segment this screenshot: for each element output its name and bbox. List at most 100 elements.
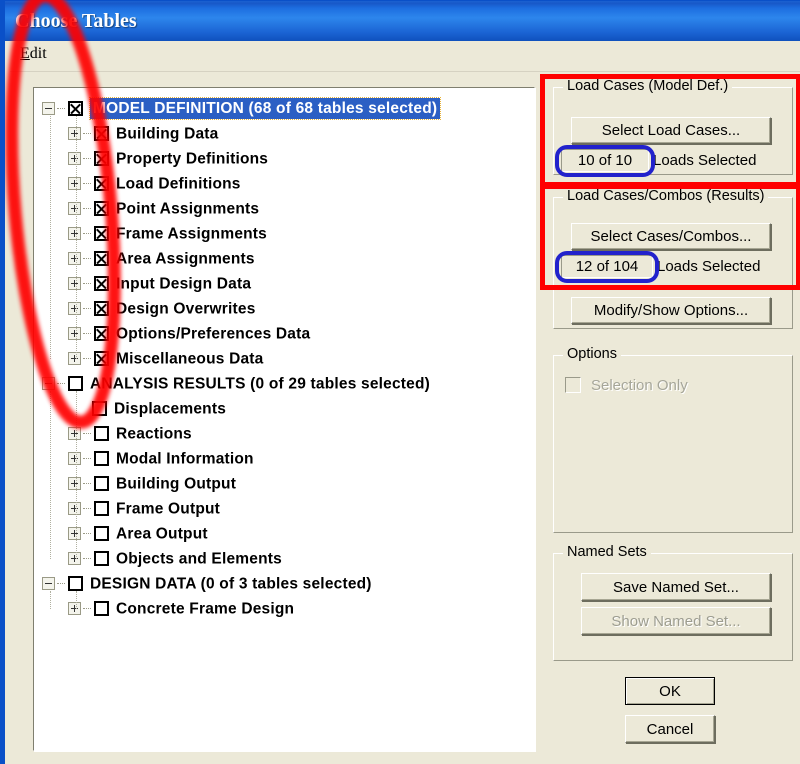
load-cases-results-count: 12 of 104: [561, 255, 653, 278]
tree-row[interactable]: Design Overwrites: [34, 296, 256, 321]
tree-dotted-link: [83, 207, 91, 210]
checkbox-checked-icon[interactable]: [94, 201, 109, 217]
checkbox-checked-icon[interactable]: [94, 226, 109, 242]
tree-row[interactable]: Frame Output: [34, 496, 220, 521]
tree-row[interactable]: MODEL DEFINITION (68 of 68 tables select…: [34, 96, 442, 121]
expand-plus-icon[interactable]: [68, 502, 81, 516]
load-cases-results-title: Load Cases/Combos (Results): [563, 188, 769, 204]
tree-row[interactable]: Reactions: [34, 421, 192, 446]
tree-dotted-link: [83, 157, 91, 160]
tree-dotted-link: [83, 182, 91, 185]
tree-dotted-link: [83, 482, 91, 485]
tree-row[interactable]: Objects and Elements: [34, 546, 282, 571]
tree-dotted-link: [57, 582, 65, 585]
checkbox-checked-icon[interactable]: [94, 151, 109, 167]
expand-plus-icon[interactable]: [68, 552, 81, 566]
tree-row-label: Frame Output: [116, 500, 221, 518]
ok-button[interactable]: OK: [625, 677, 715, 705]
choose-tables-dialog: Choose Tables Edit MODEL DEFINITION (68 …: [0, 0, 800, 764]
tree-row[interactable]: ANALYSIS RESULTS (0 of 29 tables selecte…: [34, 371, 430, 396]
tree-row-label: Area Assignments: [116, 250, 255, 268]
checkbox-unchecked-icon[interactable]: [68, 376, 83, 392]
expand-plus-icon[interactable]: [68, 302, 81, 316]
expand-plus-icon[interactable]: [68, 152, 81, 166]
tree-row[interactable]: Input Design Data: [34, 271, 251, 296]
expand-plus-icon[interactable]: [68, 252, 81, 266]
expand-plus-icon[interactable]: [68, 277, 81, 291]
tree-connector-line: [50, 116, 51, 359]
expand-plus-icon[interactable]: [68, 127, 81, 141]
expand-plus-icon[interactable]: [68, 177, 81, 191]
expand-plus-icon[interactable]: [68, 327, 81, 341]
expand-plus-icon[interactable]: [68, 477, 81, 491]
tree-row[interactable]: Building Output: [34, 471, 236, 496]
expand-plus-icon[interactable]: [68, 427, 81, 441]
menu-bar: Edit: [10, 41, 800, 72]
tree-row[interactable]: Concrete Frame Design: [34, 596, 294, 621]
expand-plus-icon[interactable]: [68, 202, 81, 216]
window-title: Choose Tables: [15, 10, 137, 32]
load-cases-model-def-count-label: Loads Selected: [653, 152, 757, 169]
expand-plus-icon[interactable]: [68, 227, 81, 241]
expand-plus-icon[interactable]: [68, 602, 81, 616]
expand-plus-icon[interactable]: [68, 527, 81, 541]
tree-row[interactable]: Building Data: [34, 121, 219, 146]
select-cases-combos-button[interactable]: Select Cases/Combos...: [571, 223, 771, 250]
checkbox-unchecked-icon[interactable]: [94, 601, 109, 617]
checkbox-unchecked-icon[interactable]: [92, 401, 107, 417]
tree-connector-line: [50, 591, 51, 609]
checkbox-checked-icon[interactable]: [94, 326, 109, 342]
checkbox-unchecked-icon[interactable]: [68, 576, 83, 592]
tables-tree-panel[interactable]: MODEL DEFINITION (68 of 68 tables select…: [33, 87, 535, 751]
checkbox-checked-icon[interactable]: [94, 351, 109, 367]
tree-row[interactable]: Miscellaneous Data: [34, 346, 263, 371]
tree-row-label: Displacements: [114, 400, 227, 418]
tree-dotted-link: [83, 532, 91, 535]
checkbox-checked-icon[interactable]: [94, 276, 109, 292]
tree-row[interactable]: DESIGN DATA (0 of 3 tables selected): [34, 571, 372, 596]
tree-row-label: Reactions: [116, 425, 192, 443]
tree-row[interactable]: Frame Assignments: [34, 221, 267, 246]
tree-dotted-link: [83, 432, 91, 435]
tree-dotted-link: [57, 107, 65, 110]
tree-row[interactable]: Modal Information: [34, 446, 254, 471]
tree-row[interactable]: Area Output: [34, 521, 208, 546]
checkbox-checked-icon[interactable]: [94, 301, 109, 317]
cancel-button[interactable]: Cancel: [625, 715, 715, 743]
modify-show-options-button[interactable]: Modify/Show Options...: [571, 297, 771, 324]
tree-row[interactable]: Property Definitions: [34, 146, 268, 171]
checkbox-checked-icon[interactable]: [94, 251, 109, 267]
tree-connector-line: [76, 391, 77, 559]
select-load-cases-button[interactable]: Select Load Cases...: [571, 117, 771, 144]
expand-plus-icon[interactable]: [68, 352, 81, 366]
tree-row[interactable]: Displacements: [34, 396, 226, 421]
tree-dotted-link: [83, 507, 91, 510]
menu-item-edit[interactable]: Edit: [20, 45, 47, 63]
collapse-minus-icon[interactable]: [42, 377, 55, 391]
tree-row[interactable]: Point Assignments: [34, 196, 259, 221]
collapse-minus-icon[interactable]: [42, 102, 55, 116]
tree-row-label: Property Definitions: [116, 150, 269, 168]
checkbox-checked-icon[interactable]: [94, 126, 109, 142]
checkbox-unchecked-icon[interactable]: [94, 451, 109, 467]
checkbox-unchecked-icon[interactable]: [94, 426, 109, 442]
checkbox-unchecked-icon[interactable]: [94, 476, 109, 492]
checkbox-unchecked-icon[interactable]: [94, 551, 109, 567]
expand-plus-icon[interactable]: [68, 452, 81, 466]
tree-dotted-link: [83, 607, 91, 610]
tree-row-label: Frame Assignments: [116, 225, 267, 243]
checkbox-checked-icon[interactable]: [68, 101, 83, 117]
collapse-minus-icon[interactable]: [42, 577, 55, 591]
save-named-set-button[interactable]: Save Named Set...: [581, 573, 771, 601]
tree-row[interactable]: Area Assignments: [34, 246, 255, 271]
tree-row-label: MODEL DEFINITION (68 of 68 tables select…: [88, 97, 442, 121]
tree-row-label: Miscellaneous Data: [116, 350, 264, 368]
tree-dotted-link: [83, 132, 91, 135]
tree-row-label: Concrete Frame Design: [116, 600, 295, 618]
checkbox-unchecked-icon[interactable]: [94, 526, 109, 542]
tree-connector-line: [76, 591, 77, 609]
checkbox-unchecked-icon[interactable]: [94, 501, 109, 517]
tree-row[interactable]: Load Definitions: [34, 171, 241, 196]
checkbox-checked-icon[interactable]: [94, 176, 109, 192]
tree-row-label: ANALYSIS RESULTS (0 of 29 tables selecte…: [90, 375, 431, 393]
